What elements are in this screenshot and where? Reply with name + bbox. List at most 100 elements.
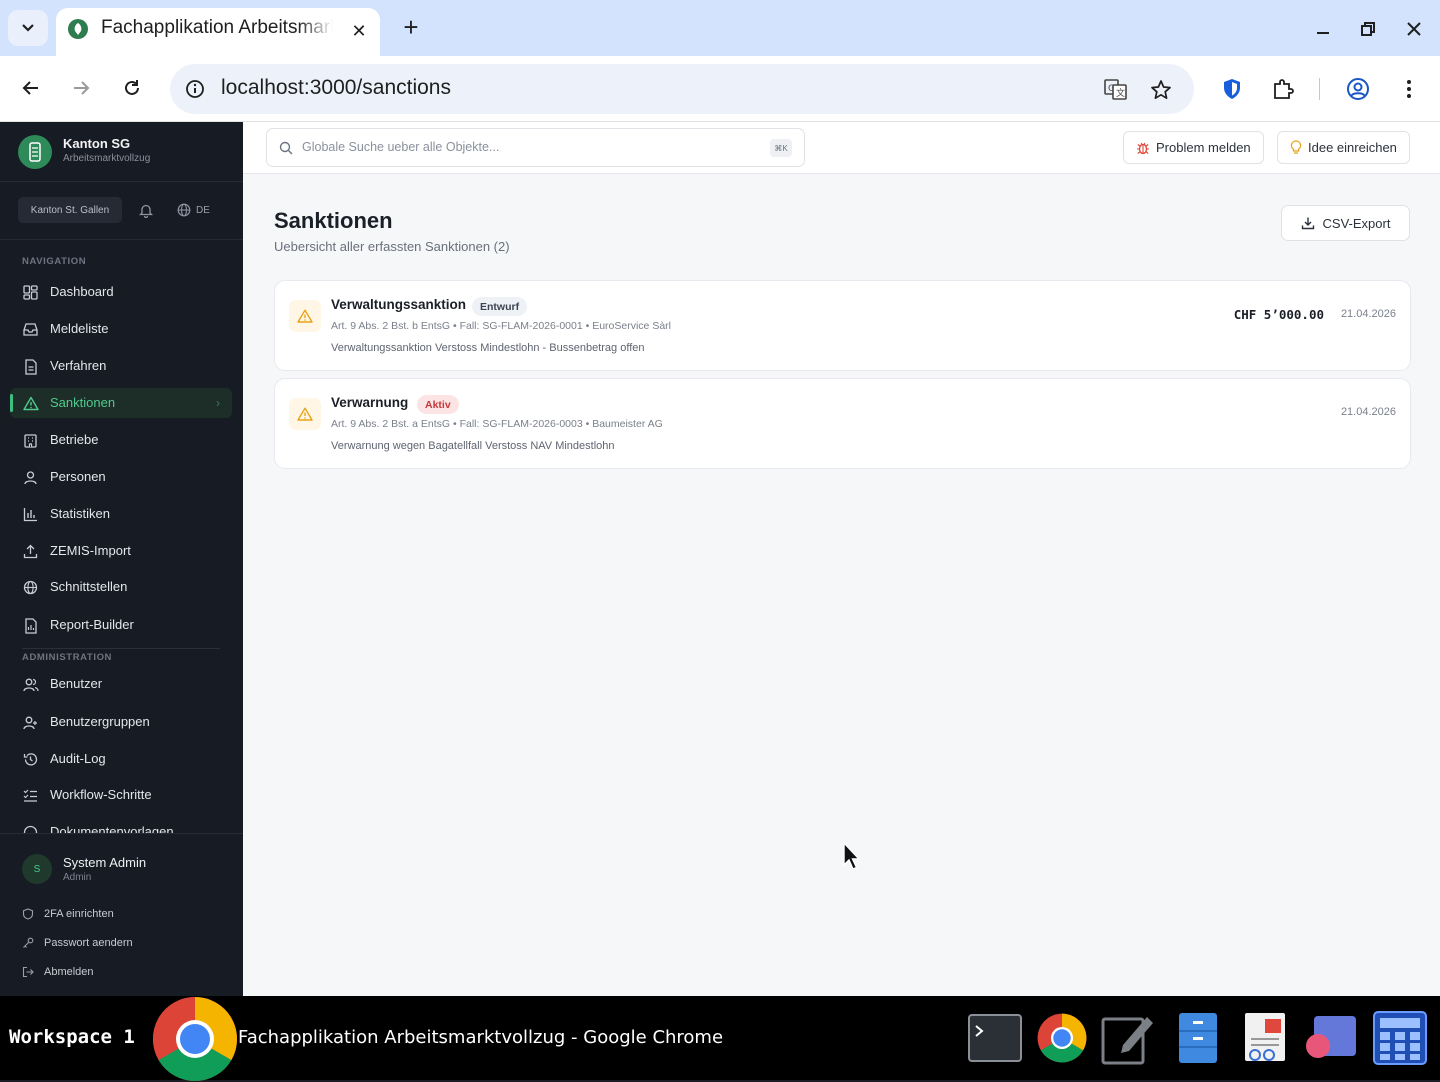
extensions-icon[interactable] bbox=[1266, 72, 1300, 106]
warning-icon bbox=[22, 395, 39, 412]
active-window-title: Fachapplikation Arbeitsmarktvollzug - Go… bbox=[238, 1027, 724, 1048]
tenant-selector[interactable]: Kanton St. Gallen bbox=[18, 197, 122, 223]
profile-icon[interactable] bbox=[1341, 72, 1375, 106]
tab-search-button[interactable] bbox=[8, 10, 48, 46]
sidebar-item-dokumentenvorlagen[interactable]: Dokumentenvorlagen bbox=[10, 817, 232, 833]
status-badge: Entwurf bbox=[472, 297, 528, 316]
upload-icon bbox=[22, 543, 39, 560]
brand-name: Kanton SG bbox=[63, 136, 131, 151]
logout-link[interactable]: Abmelden bbox=[22, 963, 94, 981]
sidebar-item-label: Benutzer bbox=[50, 676, 103, 691]
reload-icon[interactable] bbox=[115, 71, 149, 105]
submit-idea-button[interactable]: Idee einreichen bbox=[1277, 131, 1410, 164]
context-row: Kanton St. Gallen DE bbox=[0, 182, 243, 240]
nav-section-label: NAVIGATION bbox=[22, 256, 87, 267]
sidebar-item-label: Personen bbox=[50, 469, 106, 484]
logout-label: Abmelden bbox=[44, 966, 94, 978]
report-problem-button[interactable]: Problem melden bbox=[1123, 131, 1264, 164]
user-panel: S System Admin Admin 2FA einrichten Pass… bbox=[0, 833, 243, 996]
shield-icon bbox=[22, 908, 34, 920]
global-search-input[interactable]: Globale Suche ueber alle Objekte... ⌘K bbox=[266, 128, 805, 167]
sidebar-item-statistiken[interactable]: Statistiken bbox=[10, 499, 232, 529]
sidebar-item-label: Report-Builder bbox=[50, 617, 134, 632]
translate-icon[interactable]: G文 bbox=[1102, 76, 1130, 104]
back-icon[interactable] bbox=[14, 71, 48, 105]
sidebar-item-betriebe[interactable]: Betriebe bbox=[10, 425, 232, 455]
text-editor-icon[interactable] bbox=[1100, 1010, 1156, 1066]
csv-export-button[interactable]: CSV-Export bbox=[1281, 205, 1410, 241]
admin-section-label: ADMINISTRATION bbox=[22, 652, 113, 663]
user-icon bbox=[22, 469, 39, 486]
setup-2fa-link[interactable]: 2FA einrichten bbox=[22, 905, 114, 923]
screenshot-tool-icon[interactable] bbox=[1303, 1010, 1359, 1066]
sanction-meta: Art. 9 Abs. 2 Bst. a EntsG • Fall: SG-FL… bbox=[331, 418, 663, 430]
terminal-icon[interactable] bbox=[967, 1010, 1023, 1066]
sidebar-item-zemis-import[interactable]: ZEMIS-Import bbox=[10, 536, 232, 566]
sidebar-item-audit-log[interactable]: Audit-Log bbox=[10, 744, 232, 774]
sanction-date: 21.04.2026 bbox=[1340, 308, 1396, 320]
tab-close-icon[interactable]: ✕ bbox=[346, 18, 372, 44]
sidebar-item-benutzergruppen[interactable]: Benutzergruppen bbox=[10, 707, 232, 737]
sidebar-item-label: Sanktionen bbox=[50, 395, 116, 410]
calculator-icon[interactable] bbox=[1372, 1010, 1428, 1066]
bar-chart-icon bbox=[22, 506, 39, 523]
search-icon bbox=[278, 140, 294, 156]
sidebar-item-verfahren[interactable]: Verfahren bbox=[10, 351, 232, 381]
sidebar-item-label: Schnittstellen bbox=[50, 579, 128, 594]
sidebar-item-sanktionen[interactable]: Sanktionen › bbox=[10, 388, 232, 418]
language-switcher[interactable]: DE bbox=[177, 200, 210, 220]
change-password-link[interactable]: Passwort aendern bbox=[22, 934, 133, 952]
sanction-date: 21.04.2026 bbox=[1340, 406, 1396, 418]
close-window-icon[interactable] bbox=[1399, 14, 1429, 44]
sidebar-item-report-builder[interactable]: Report-Builder bbox=[10, 610, 232, 640]
sanction-card[interactable]: Verwarnung Aktiv Art. 9 Abs. 2 Bst. a En… bbox=[274, 378, 1411, 469]
chrome-tray-icon[interactable] bbox=[1034, 1010, 1090, 1066]
os-taskbar: Workspace 1 Fachapplikation Arbeitsmarkt… bbox=[0, 996, 1440, 1082]
forward-icon[interactable] bbox=[64, 71, 98, 105]
svg-text:文: 文 bbox=[1116, 87, 1125, 99]
restore-icon[interactable] bbox=[1353, 14, 1383, 44]
users-icon bbox=[22, 676, 39, 693]
minimize-icon[interactable] bbox=[1308, 14, 1338, 44]
toolbar-divider bbox=[1319, 78, 1320, 100]
language-code: DE bbox=[196, 204, 210, 216]
address-bar[interactable]: localhost:3000/sanctions G文 bbox=[170, 64, 1194, 114]
canton-logo-icon bbox=[18, 135, 52, 169]
sidebar-item-label: Meldeliste bbox=[50, 321, 109, 336]
sanction-amount: CHF 5’000.00 bbox=[1233, 307, 1324, 322]
sidebar-item-label: ZEMIS-Import bbox=[50, 543, 131, 558]
sanction-card[interactable]: Verwaltungssanktion Entwurf Art. 9 Abs. … bbox=[274, 280, 1411, 371]
workspace-label[interactable]: Workspace 1 bbox=[9, 1026, 135, 1048]
history-icon bbox=[22, 751, 39, 768]
sidebar-item-label: Dokumentenvorlagen bbox=[50, 824, 174, 833]
tab-title: Fachapplikation Arbeitsmarktvollzug bbox=[101, 17, 333, 38]
sidebar-item-meldeliste[interactable]: Meldeliste bbox=[10, 314, 232, 344]
browser-tab[interactable]: Fachapplikation Arbeitsmarktvollzug ✕ bbox=[56, 8, 380, 56]
site-info-icon[interactable] bbox=[182, 76, 208, 102]
setup-2fa-label: 2FA einrichten bbox=[44, 908, 114, 920]
notifications-bell-icon[interactable] bbox=[136, 200, 156, 220]
avatar[interactable]: S bbox=[22, 854, 52, 884]
sidebar-item-personen[interactable]: Personen bbox=[10, 462, 232, 492]
sidebar-item-workflow-schritte[interactable]: Workflow-Schritte bbox=[10, 780, 232, 810]
building-icon bbox=[22, 432, 39, 449]
chrome-icon[interactable] bbox=[152, 996, 238, 1082]
sidebar-item-dashboard[interactable]: Dashboard bbox=[10, 277, 232, 307]
new-tab-icon[interactable]: + bbox=[396, 12, 426, 42]
inbox-icon bbox=[22, 321, 39, 338]
browser-menu-icon[interactable] bbox=[1392, 72, 1426, 106]
app-favicon-icon bbox=[68, 19, 88, 39]
chevron-right-icon: › bbox=[216, 396, 220, 410]
file-manager-icon[interactable] bbox=[1170, 1010, 1226, 1066]
bitwarden-shield-icon[interactable] bbox=[1215, 72, 1249, 106]
url-text[interactable]: localhost:3000/sanctions bbox=[221, 76, 451, 100]
sidebar-item-schnittstellen[interactable]: Schnittstellen bbox=[10, 572, 232, 602]
warning-icon bbox=[289, 300, 321, 332]
sanction-title: Verwaltungssanktion bbox=[331, 297, 467, 312]
bookmark-star-icon[interactable] bbox=[1147, 76, 1175, 104]
document-viewer-icon[interactable] bbox=[1237, 1010, 1293, 1066]
sidebar-item-label: Workflow-Schritte bbox=[50, 787, 152, 802]
app-topbar: Globale Suche ueber alle Objekte... ⌘K P… bbox=[243, 122, 1440, 174]
browser-tab-bar: Fachapplikation Arbeitsmarktvollzug ✕ + bbox=[0, 0, 1440, 56]
sidebar-item-benutzer[interactable]: Benutzer bbox=[10, 669, 232, 699]
